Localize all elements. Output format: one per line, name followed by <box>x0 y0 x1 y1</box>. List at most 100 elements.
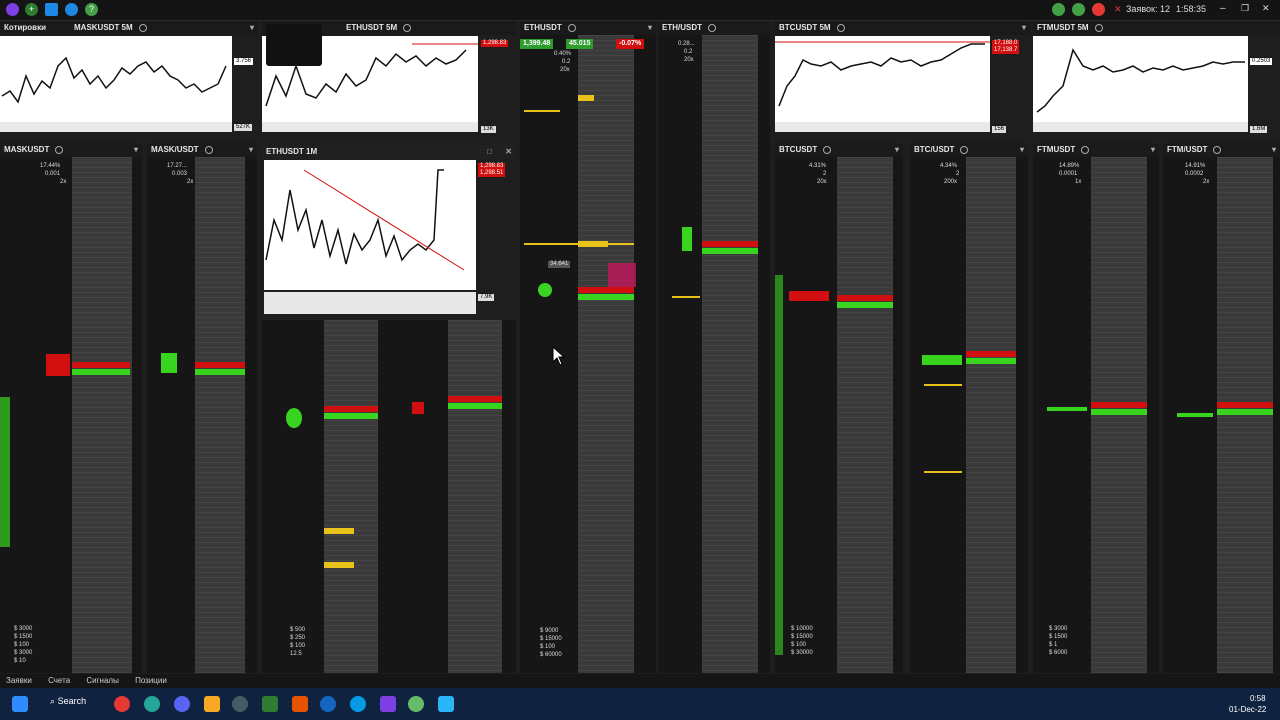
app-icon[interactable] <box>232 696 248 712</box>
clock-time: 0:58 <box>1250 694 1266 703</box>
best-bid-row[interactable] <box>1217 409 1273 415</box>
ladder-header-btcusdt[interactable]: BTCUSDT ▾ <box>775 143 903 157</box>
chart-header-mask[interactable]: MASKUSDT 5M ▾ <box>70 21 258 35</box>
highlight-level <box>324 528 354 534</box>
close-icon[interactable]: ✕ <box>1262 3 1270 14</box>
ladder-header-btc-usdt[interactable]: BTC/USDT ▾ <box>910 143 1028 157</box>
best-ask-row[interactable] <box>837 295 893 301</box>
windows-start-icon[interactable] <box>12 696 28 712</box>
ladder-ftm-usdt[interactable]: 14.91% 0.0002 2x <box>1163 157 1280 673</box>
taskbar-search[interactable]: ⌕ Search <box>50 696 86 707</box>
gear-icon[interactable] <box>65 3 78 16</box>
highlight-zone <box>608 263 636 287</box>
best-ask-row[interactable] <box>1217 402 1273 408</box>
best-bid-row[interactable] <box>1091 409 1147 415</box>
close-orders-icon[interactable]: ✕ <box>1114 4 1122 15</box>
ladder-eth-usdt[interactable]: 0.28... 0.2 20x <box>658 35 770 673</box>
add-icon[interactable]: + <box>25 3 38 16</box>
floating-chart-header[interactable]: ETHUSDT 1M □ ✕ <box>262 145 516 159</box>
grid-icon[interactable] <box>45 3 58 16</box>
telegram-icon[interactable] <box>144 696 160 712</box>
btc-price-chart[interactable] <box>775 36 990 122</box>
app-icon-3[interactable] <box>438 696 454 712</box>
ladder-header-ftm-usdt[interactable]: FTM/USDT ▾ <box>1163 143 1280 157</box>
notepad-icon[interactable] <box>262 696 278 712</box>
best-bid-row[interactable] <box>195 369 245 375</box>
quotes-header[interactable]: Котировки <box>0 21 70 35</box>
discord-icon[interactable] <box>174 696 190 712</box>
order-size-list[interactable]: $ 10000 $ 15000 $ 100 $ 30000 <box>791 625 813 657</box>
best-bid-row-2[interactable] <box>448 403 502 409</box>
help-icon[interactable]: ? <box>85 3 98 16</box>
ftm-price-chart[interactable] <box>1033 36 1248 122</box>
best-ask-row[interactable] <box>1091 402 1147 408</box>
best-ask-row-2[interactable] <box>448 396 502 402</box>
best-bid-row[interactable] <box>72 369 130 375</box>
chart-header-ftm[interactable]: FTMUSDT 5M <box>1033 21 1280 35</box>
restore-icon[interactable]: ❐ <box>1241 3 1249 14</box>
best-bid-row[interactable] <box>966 358 1016 364</box>
chart-header-btc[interactable]: BTCUSDT 5M ▾ <box>775 21 1030 35</box>
best-bid-row[interactable] <box>324 413 378 419</box>
price-ladder-column[interactable] <box>837 157 893 673</box>
order-size-list[interactable]: $ 500 $ 250 $ 100 12.5 <box>290 626 305 658</box>
folder-icon[interactable] <box>204 696 220 712</box>
tab-positions[interactable]: Позиции <box>135 676 167 685</box>
ladder-maskusdt[interactable]: 17.44% 0.001 2x $ 3000 $ 1500 $ 100 $ 3000 $… <box>0 157 142 673</box>
chevron-down-icon: ▾ <box>1021 23 1026 32</box>
ladder-header-ftmusdt[interactable]: FTMUSDT ▾ <box>1033 143 1159 157</box>
best-ask-row[interactable] <box>966 351 1016 357</box>
best-bid-row[interactable] <box>578 294 634 300</box>
trade-bubble <box>286 408 302 428</box>
ladder-eth-mini[interactable]: $ 500 $ 250 $ 100 12.5 <box>262 320 516 673</box>
tab-accounts[interactable]: Счета <box>48 676 70 685</box>
todo-icon[interactable] <box>320 696 336 712</box>
ladder-ftmusdt[interactable]: 14.89% 0.0001 1x $ 3000 $ 1500 $ 1 $ 6000 <box>1033 157 1159 673</box>
best-ask-row[interactable] <box>578 287 634 293</box>
best-bid-row[interactable] <box>837 302 893 308</box>
brave-icon[interactable] <box>292 696 308 712</box>
app-icon-2[interactable] <box>408 696 424 712</box>
ftm-volume <box>1033 122 1248 132</box>
edge-icon[interactable] <box>350 696 366 712</box>
order-size-list[interactable]: $ 3000 $ 1500 $ 100 $ 3000 $ 10 <box>14 625 32 665</box>
best-ask-row[interactable] <box>324 406 378 412</box>
ladder-header-mask-usdt[interactable]: MASK/USDT ▾ <box>147 143 257 157</box>
price-ladder-column[interactable] <box>1091 157 1147 673</box>
price-ladder-column[interactable] <box>702 35 758 673</box>
price-ladder-column[interactable] <box>195 157 245 673</box>
order-size-list[interactable]: $ 9000 $ 15000 $ 100 $ 60000 <box>540 627 562 659</box>
trading-app-icon[interactable] <box>380 696 396 712</box>
ladder-ethusdt[interactable]: 1,399.48 45.015 -0.07% 0.40% 0.2 20x 34.… <box>520 35 656 673</box>
ladder-btc-usdt[interactable]: 4.34% 2 200x <box>910 157 1028 673</box>
floating-eth-chart[interactable] <box>264 160 476 290</box>
order-size-list[interactable]: $ 3000 $ 1500 $ 1 $ 6000 <box>1049 625 1067 657</box>
ladder-btcusdt[interactable]: 4.31% 2 20x $ 10000 $ 15000 $ 100 $ 30000 <box>775 157 903 673</box>
best-ask-row[interactable] <box>702 241 758 247</box>
price-ladder-column[interactable] <box>966 157 1016 673</box>
ladder-header-ethusdt[interactable]: ETHUSDT ▾ <box>520 21 656 35</box>
settings-icon <box>836 23 845 32</box>
chrome-icon[interactable] <box>114 696 130 712</box>
price-ladder-column[interactable] <box>72 157 132 673</box>
best-ask-row[interactable] <box>195 362 245 368</box>
price-ladder-column-2[interactable] <box>448 320 502 673</box>
settings-icon <box>1081 145 1090 154</box>
price-ladder-column[interactable] <box>578 35 634 673</box>
windows-taskbar: ⌕ Search 0:58 01-Dec-22 <box>0 688 1280 720</box>
top-toolbar: + ? ✕ Заявок: 12 1:58:35 – ❐ ✕ <box>0 0 1280 21</box>
tab-signals[interactable]: Сигналы <box>86 676 118 685</box>
best-bid-row[interactable] <box>702 248 758 254</box>
minimize-icon[interactable]: – <box>1220 3 1226 14</box>
floating-price-tag: 1,298.83 <box>478 163 506 170</box>
best-ask-row[interactable] <box>72 362 130 368</box>
ladder-header-eth-usdt[interactable]: ETH/USDT <box>658 21 770 35</box>
price-ladder-column[interactable] <box>324 320 378 673</box>
btc-price-tag: 17,188.0 <box>992 40 1020 47</box>
ladder-mask-usdt[interactable]: 17.27... 0.003 2x <box>147 157 257 673</box>
mask-price-chart[interactable] <box>0 36 232 122</box>
price-ladder-column[interactable] <box>1217 157 1273 673</box>
ftm-price-tag: 0.2503 <box>1250 58 1273 65</box>
ladder-header-maskusdt[interactable]: MASKUSDT ▾ <box>0 143 142 157</box>
tab-orders[interactable]: Заявки <box>6 676 32 685</box>
